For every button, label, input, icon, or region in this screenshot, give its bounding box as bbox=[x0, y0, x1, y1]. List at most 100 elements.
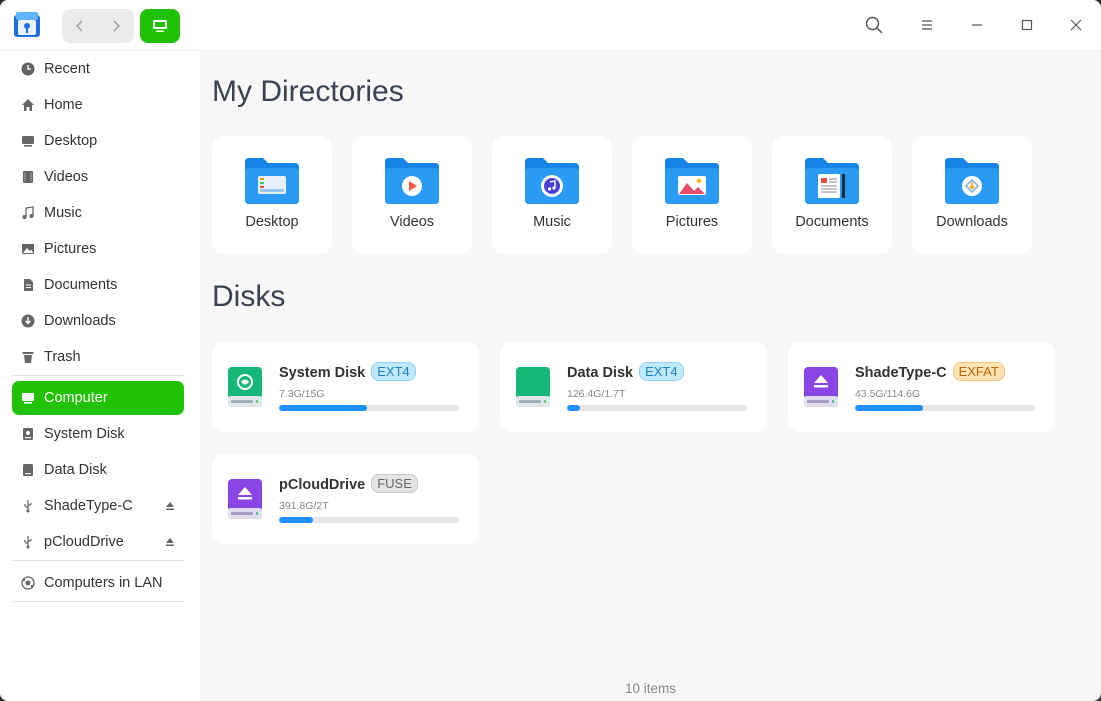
directory-card-videos[interactable]: Videos bbox=[352, 136, 472, 254]
sidebar-item-home[interactable]: Home bbox=[12, 88, 184, 122]
sidebar-item-videos[interactable]: Videos bbox=[12, 160, 184, 194]
disk-name: pCloudDrive FUSE bbox=[279, 474, 418, 493]
data-disk-icon bbox=[516, 367, 550, 407]
trash-icon bbox=[12, 340, 44, 374]
filesystem-badge: EXT4 bbox=[371, 362, 416, 381]
disk-icon bbox=[12, 453, 44, 487]
disk-usage: 7.3G/15G bbox=[279, 388, 325, 400]
sidebar-separator bbox=[12, 560, 184, 561]
maximize-icon bbox=[1021, 19, 1033, 31]
disk-card-system-disk[interactable]: System Disk EXT4 7.3G/15G bbox=[212, 342, 479, 432]
sidebar-item-pclouddrive[interactable]: pCloudDrive bbox=[12, 525, 184, 559]
eject-icon[interactable] bbox=[156, 501, 184, 511]
music-folder-icon bbox=[525, 158, 579, 204]
sidebar: Recent Home Desktop Videos Music Picture… bbox=[0, 51, 200, 701]
back-button[interactable] bbox=[62, 9, 98, 43]
filesystem-badge: FUSE bbox=[371, 474, 418, 493]
directory-card-documents[interactable]: Documents bbox=[772, 136, 892, 254]
disk-usage: 391.8G/2T bbox=[279, 500, 329, 512]
disk-usage-fill bbox=[279, 405, 367, 411]
disk-card-pclouddrive[interactable]: pCloudDrive FUSE 391.8G/2T bbox=[212, 454, 479, 544]
directory-card-downloads[interactable]: Downloads bbox=[912, 136, 1032, 254]
close-icon bbox=[1070, 19, 1082, 31]
disk-usage-fill bbox=[567, 405, 580, 411]
disk-name: ShadeType-C EXFAT bbox=[855, 362, 1005, 381]
sidebar-separator bbox=[12, 375, 184, 376]
disk-usage-bar bbox=[279, 517, 459, 523]
sidebar-item-label: ShadeType-C bbox=[44, 498, 133, 514]
sidebar-item-shadetype-c[interactable]: ShadeType-C bbox=[12, 489, 184, 523]
pictures-folder-icon bbox=[665, 158, 719, 204]
usb-icon bbox=[12, 489, 44, 523]
section-title-disks: Disks bbox=[212, 280, 286, 313]
minimize-icon bbox=[972, 24, 982, 26]
sidebar-item-computers-in-lan[interactable]: Computers in LAN bbox=[12, 566, 184, 600]
sidebar-item-data-disk[interactable]: Data Disk bbox=[12, 453, 184, 487]
sidebar-item-label: Computers in LAN bbox=[44, 575, 163, 591]
directory-label: Downloads bbox=[936, 214, 1008, 230]
document-icon bbox=[12, 268, 44, 302]
search-button[interactable] bbox=[859, 10, 889, 40]
home-icon bbox=[12, 88, 44, 122]
directory-label: Desktop bbox=[245, 214, 299, 230]
desktop-icon bbox=[12, 124, 44, 158]
network-icon bbox=[12, 566, 44, 600]
sidebar-item-label: pCloudDrive bbox=[44, 534, 124, 550]
sidebar-item-label: Trash bbox=[44, 349, 81, 365]
system-disk-icon bbox=[228, 367, 262, 407]
sidebar-item-label: Videos bbox=[44, 169, 89, 185]
status-bar-item-count: 10 items bbox=[624, 681, 677, 696]
sidebar-item-label: System Disk bbox=[44, 426, 125, 442]
eject-icon[interactable] bbox=[156, 537, 184, 547]
menu-button[interactable] bbox=[912, 10, 942, 40]
disk-usage: 43.5G/114.6G bbox=[855, 388, 921, 400]
chevron-right-icon bbox=[113, 20, 120, 32]
minimize-button[interactable] bbox=[962, 10, 992, 40]
forward-button[interactable] bbox=[98, 9, 134, 43]
image-icon bbox=[12, 232, 44, 266]
film-icon bbox=[12, 160, 44, 194]
sidebar-item-desktop[interactable]: Desktop bbox=[12, 124, 184, 158]
sidebar-item-downloads[interactable]: Downloads bbox=[12, 304, 184, 338]
sidebar-item-recent[interactable]: Recent bbox=[12, 52, 184, 86]
sidebar-item-label: Downloads bbox=[44, 313, 116, 329]
directory-label: Documents bbox=[795, 214, 869, 230]
filesystem-badge: EXT4 bbox=[639, 362, 684, 381]
sidebar-item-label: Desktop bbox=[44, 133, 98, 149]
titlebar bbox=[0, 0, 1101, 51]
disk-card-data-disk[interactable]: Data Disk EXT4 126.4G/1.7T bbox=[500, 342, 767, 432]
disk-name: System Disk EXT4 bbox=[279, 362, 416, 381]
sidebar-item-computer[interactable]: Computer bbox=[12, 381, 184, 415]
removable-disk-icon bbox=[228, 479, 262, 519]
disk-name: Data Disk EXT4 bbox=[567, 362, 684, 381]
disk-usage-bar bbox=[279, 405, 459, 411]
directory-card-desktop[interactable]: Desktop bbox=[212, 136, 332, 254]
maximize-button[interactable] bbox=[1012, 10, 1042, 40]
sidebar-item-trash[interactable]: Trash bbox=[12, 340, 184, 374]
documents-folder-icon bbox=[805, 158, 859, 204]
disk-icon bbox=[12, 417, 44, 451]
chevron-left-icon bbox=[76, 20, 83, 32]
sidebar-item-music[interactable]: Music bbox=[12, 196, 184, 230]
breadcrumb-computer-button[interactable] bbox=[140, 9, 180, 43]
clock-icon bbox=[12, 52, 44, 86]
navigation-group bbox=[62, 9, 134, 43]
sidebar-item-system-disk[interactable]: System Disk bbox=[12, 417, 184, 451]
sidebar-item-label: Data Disk bbox=[44, 462, 107, 478]
download-icon bbox=[12, 304, 44, 338]
directory-card-music[interactable]: Music bbox=[492, 136, 612, 254]
disk-usage-bar bbox=[567, 405, 747, 411]
disk-usage-fill bbox=[855, 405, 924, 411]
disk-card-shadetype-c[interactable]: ShadeType-C EXFAT 43.5G/114.6G bbox=[788, 342, 1055, 432]
desktop-folder-icon bbox=[245, 158, 299, 204]
directory-card-pictures[interactable]: Pictures bbox=[632, 136, 752, 254]
sidebar-item-pictures[interactable]: Pictures bbox=[12, 232, 184, 266]
sidebar-item-label: Music bbox=[44, 205, 82, 221]
videos-folder-icon bbox=[385, 158, 439, 204]
close-button[interactable] bbox=[1061, 10, 1091, 40]
disk-usage-fill bbox=[279, 517, 314, 523]
sidebar-item-documents[interactable]: Documents bbox=[12, 268, 184, 302]
directory-label: Pictures bbox=[665, 214, 719, 230]
hamburger-menu-icon bbox=[922, 20, 932, 30]
app-logo-icon[interactable] bbox=[12, 10, 42, 40]
